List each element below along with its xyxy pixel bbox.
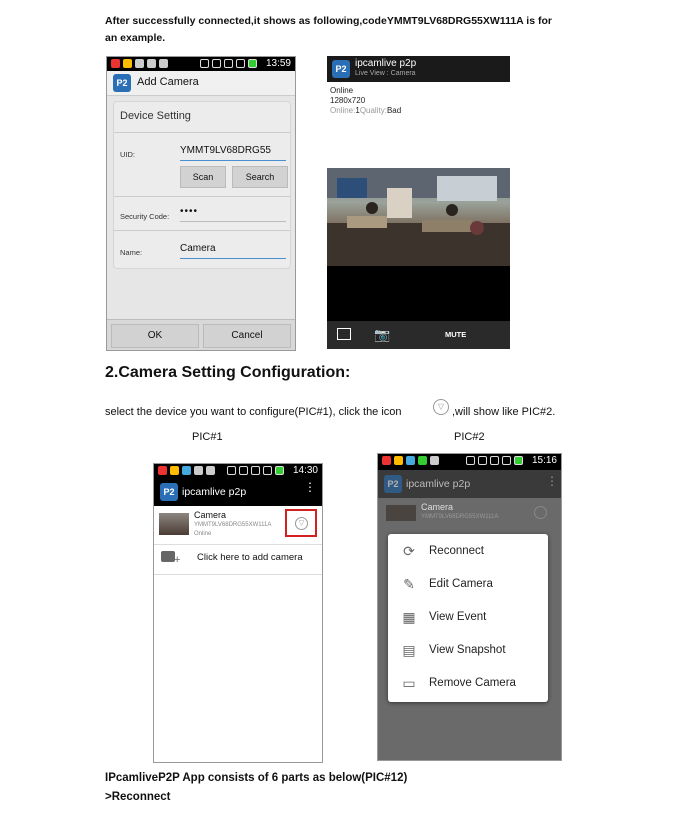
status-time: 13:59 <box>265 58 291 69</box>
mute-button[interactable]: MUTE <box>445 330 466 339</box>
video-camera-icon <box>161 551 175 562</box>
scan-button[interactable]: Scan <box>180 166 226 188</box>
menu-item-view-event[interactable]: ▦ View Event <box>388 600 548 633</box>
add-camera-screenshot: 13:59 P2 Add Camera Device Setting UID: … <box>106 56 296 351</box>
status-text: Online <box>330 86 354 95</box>
device-setting-panel: Device Setting UID: YMMT9LV68DRG55 Scan … <box>113 101 291 269</box>
add-camera-text: Click here to add camera <box>197 552 303 563</box>
menu-item-view-snapshot[interactable]: ▤ View Snapshot <box>388 633 548 666</box>
footer-line-2: >Reconnect <box>105 791 171 803</box>
pic1-label: PIC#1 <box>192 431 223 443</box>
title-bar: P2 Add Camera <box>107 71 295 96</box>
camera-list-screenshot: 14:30 P2 ipcamlive p2p ⋮ Camera YMMT9LV6… <box>153 463 323 763</box>
app-logo-icon: P2 <box>160 483 178 501</box>
app-title: ipcamlive p2p <box>355 58 417 69</box>
camera-thumbnail <box>159 513 189 535</box>
subtitle: Live View : Camera <box>355 70 416 77</box>
security-code-field[interactable]: •••• <box>180 206 286 222</box>
menu-item-label: Remove Camera <box>429 676 516 689</box>
search-button[interactable]: Search <box>232 166 288 188</box>
pencil-icon: ✎ <box>403 575 415 592</box>
section-heading: 2.Camera Setting Configuration: <box>105 364 351 381</box>
status-bar: 14:30 <box>154 464 322 478</box>
app-title: ipcamlive p2p <box>406 478 471 490</box>
camera-name: Camera <box>421 502 454 512</box>
menu-item-label: View Snapshot <box>429 643 506 656</box>
instruction-text-1: select the device you want to configure(… <box>105 406 402 418</box>
add-camera-row[interactable]: + Click here to add camera <box>154 544 322 575</box>
uid-field[interactable]: YMMT9LV68DRG55 <box>180 145 286 161</box>
context-menu: ⟳ Reconnect ✎ Edit Camera ▦ View Event ▤… <box>388 534 548 702</box>
trash-icon: ▭ <box>402 674 416 691</box>
image-icon: ▤ <box>402 641 416 658</box>
camera-name: Camera <box>194 510 227 520</box>
context-menu-screenshot: 15:16 P2 ipcamlive p2p ⋮ Camera YMMT9LV6… <box>377 453 562 761</box>
cancel-button[interactable]: Cancel <box>203 324 291 348</box>
camera-uid: YMMT9LV68DRG55XW111A <box>194 522 272 528</box>
name-field[interactable]: Camera <box>180 243 286 259</box>
info-panel: Online 1280x720 Online:1Quality:Bad <box>327 82 510 168</box>
status-bar: 13:59 <box>107 57 295 71</box>
menu-item-edit-camera[interactable]: ✎ Edit Camera <box>388 567 548 600</box>
settings-icon <box>534 506 547 519</box>
camera-list-item: Camera YMMT9LV68DRG55XW111A <box>378 498 561 526</box>
app-logo-icon: P2 <box>384 475 402 493</box>
menu-item-label: Reconnect <box>429 544 484 557</box>
camera-uid: YMMT9LV68DRG55XW111A <box>421 514 499 520</box>
instruction-text-2: ,will show like PIC#2. <box>452 406 556 418</box>
name-label: Name: <box>120 248 143 257</box>
gallery-icon[interactable] <box>337 328 351 340</box>
refresh-icon: ⟳ <box>403 542 415 559</box>
status-time: 14:30 <box>292 465 318 476</box>
footer-line-1: IPcamliveP2P App consists of 6 parts as … <box>105 772 408 784</box>
quality-label: Quality: <box>359 106 387 115</box>
camera-list-item[interactable]: Camera YMMT9LV68DRG55XW111A Online ▽ <box>154 506 322 545</box>
bottom-toolbar: 📷 MUTE <box>327 321 510 349</box>
camera-video-feed <box>327 168 510 266</box>
pic2-label: PIC#2 <box>454 431 485 443</box>
camera-thumbnail <box>386 505 416 521</box>
menu-item-reconnect[interactable]: ⟳ Reconnect <box>388 534 548 567</box>
settings-highlight-box: ▽ <box>285 509 317 537</box>
settings-icon: ▽ <box>433 399 449 415</box>
section-title: Device Setting <box>120 110 191 122</box>
ok-button[interactable]: OK <box>111 324 199 348</box>
quality-value: Bad <box>386 106 402 115</box>
resolution-text: 1280x720 <box>330 96 366 105</box>
status-bar: 15:16 <box>378 454 561 470</box>
title-bar: P2 ipcamlive p2p ⋮ <box>154 478 322 506</box>
overflow-menu-icon: ⋮ <box>546 474 558 488</box>
overflow-menu-icon[interactable]: ⋮ <box>304 481 316 493</box>
live-view-screenshot: P2 ipcamlive p2p Live View : Camera Onli… <box>327 56 510 349</box>
app-title: ipcamlive p2p <box>182 486 247 498</box>
camera-status: Online <box>194 531 212 537</box>
menu-item-label: View Event <box>429 610 487 623</box>
plus-icon: + <box>174 554 181 566</box>
calendar-icon: ▦ <box>402 608 416 625</box>
camera-icon[interactable]: 📷 <box>374 327 390 343</box>
title-bar: P2 ipcamlive p2p Live View : Camera <box>327 56 510 82</box>
title-bar: P2 ipcamlive p2p ⋮ <box>378 470 561 498</box>
screen-title: Add Camera <box>137 76 199 88</box>
uid-label: UID: <box>120 150 135 159</box>
online-label: Online: <box>330 106 356 115</box>
menu-item-label: Edit Camera <box>429 577 493 590</box>
app-logo-icon: P2 <box>332 60 350 78</box>
security-code-label: Security Code: <box>120 212 170 221</box>
app-logo-icon: P2 <box>113 74 131 92</box>
status-time: 15:16 <box>531 455 557 466</box>
menu-item-remove-camera[interactable]: ▭ Remove Camera <box>388 666 548 699</box>
intro-text: After successfully connected,it shows as… <box>105 15 552 44</box>
settings-icon[interactable]: ▽ <box>295 517 308 530</box>
